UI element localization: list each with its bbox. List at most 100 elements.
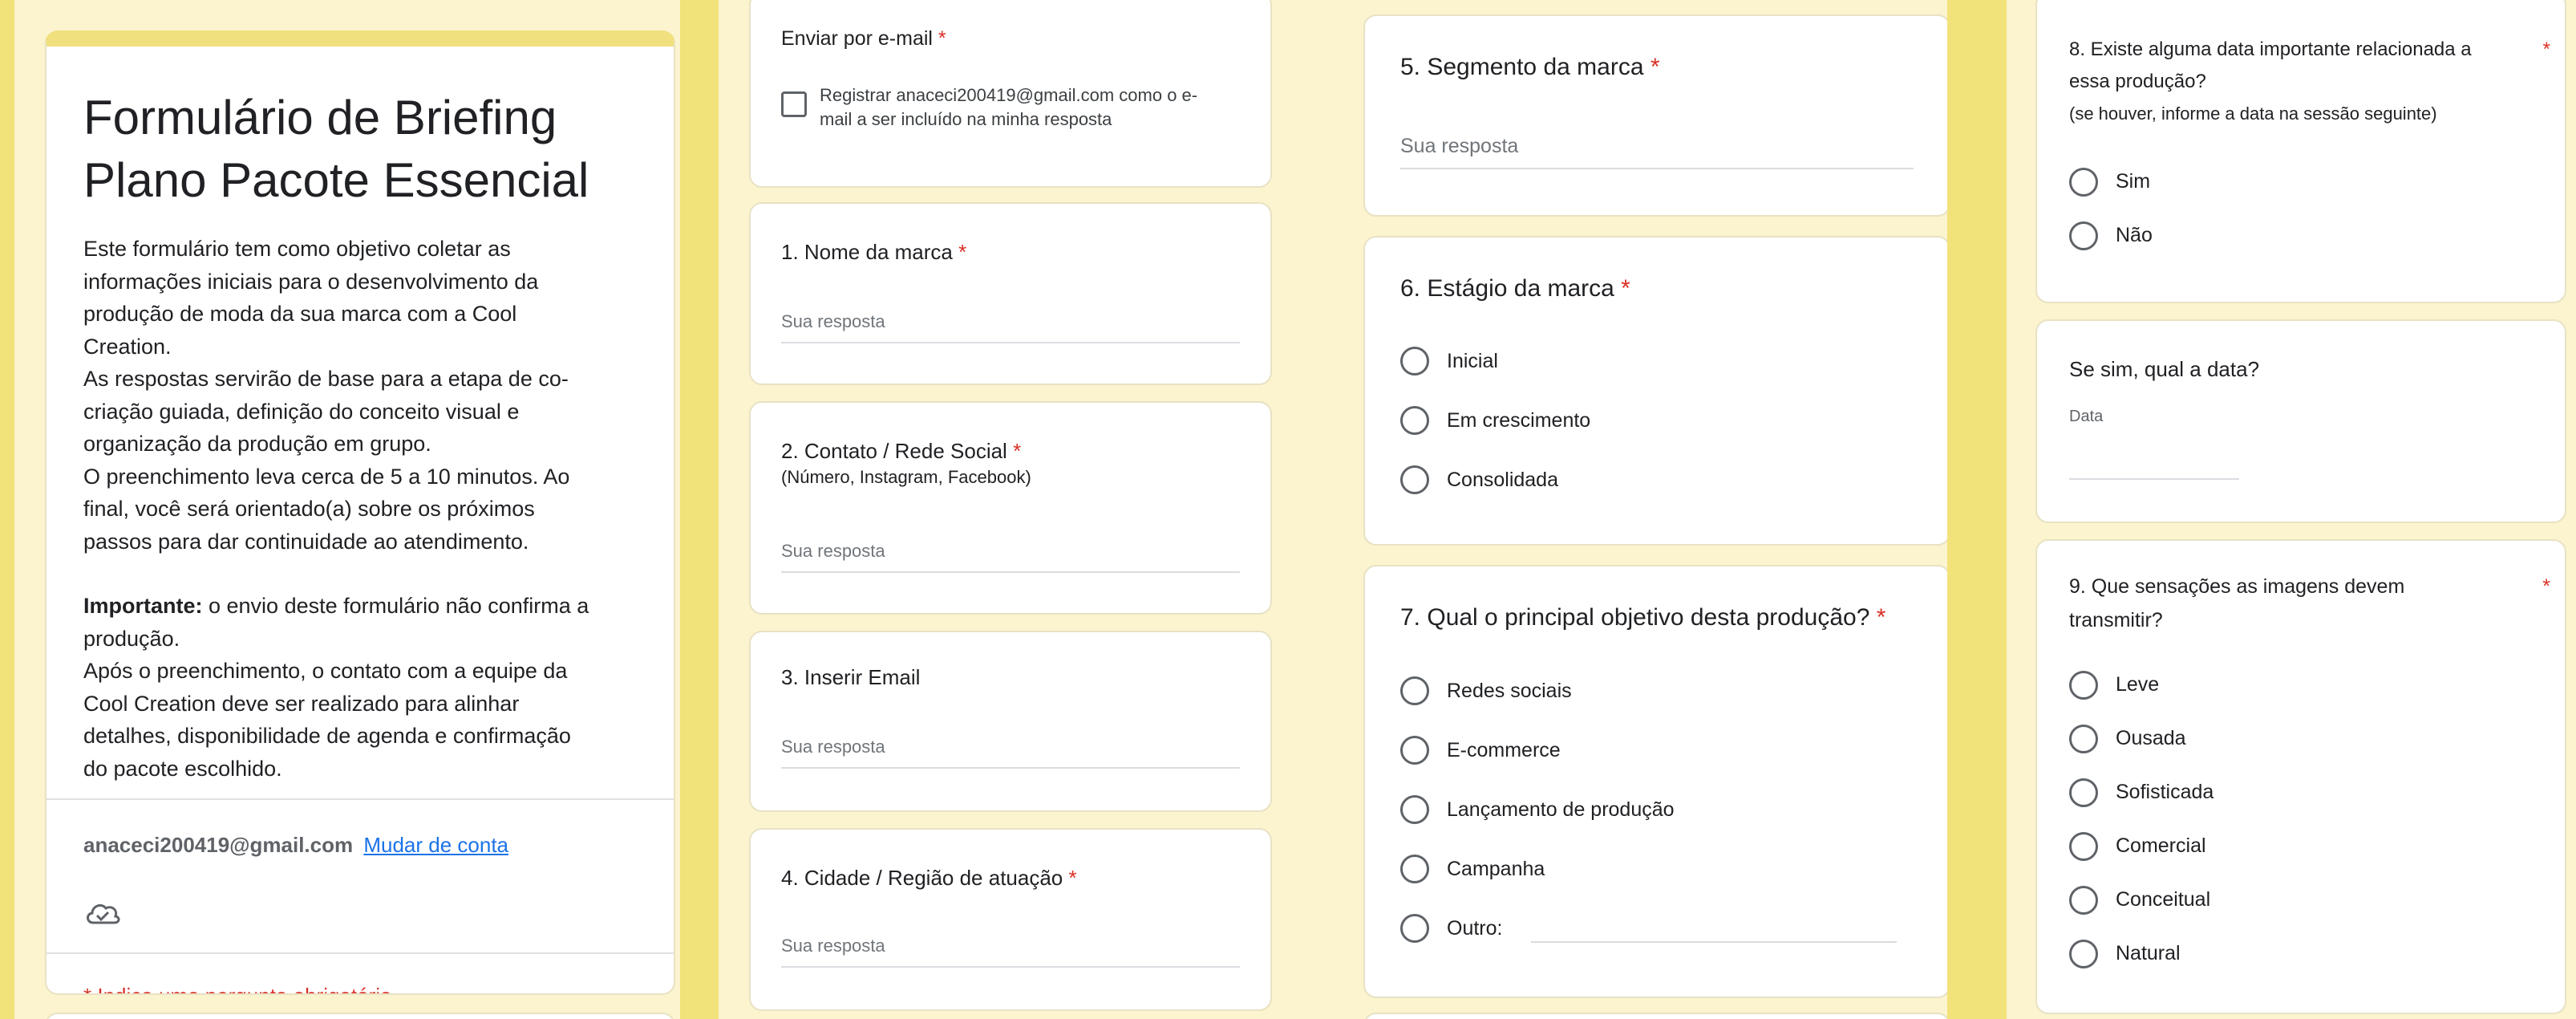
radio-button[interactable] <box>2069 885 2098 915</box>
radio-label: Lançamento de produção <box>1447 798 1675 821</box>
form-description: Este formulário tem como objetivo coleta… <box>83 233 661 785</box>
radio-label: Leve <box>2116 673 2160 696</box>
radio-option[interactable]: Natural <box>2069 927 2213 980</box>
other-text-input[interactable] <box>1531 914 1898 943</box>
question-card-segment: 5. Segmento da marca * Sua resposta <box>1363 14 1947 217</box>
form-header-card: Formulário de Briefing Plano Pacote Esse… <box>45 30 675 995</box>
radio-option[interactable]: Consolidada <box>1400 450 1590 510</box>
radio-button[interactable] <box>2069 167 2098 197</box>
description-line: Este formulário tem como objetivo coleta… <box>83 237 511 261</box>
email-checkbox[interactable] <box>781 91 807 117</box>
radio-option[interactable]: Lançamento de produção <box>1400 780 1897 839</box>
question-title-line1: 9. Que sensações as imagens devem <box>2069 575 2405 598</box>
question-title: 6. Estágio da marca <box>1400 275 1614 302</box>
radio-option[interactable]: Sofisticada <box>2069 765 2213 819</box>
radio-button[interactable] <box>2069 221 2098 250</box>
radio-option[interactable]: E-commerce <box>1400 721 1897 780</box>
date-input[interactable] <box>2069 433 2239 480</box>
question-card-email: 3. Inserir Email Sua resposta <box>749 631 1272 812</box>
next-card-peek <box>1363 1013 1947 1019</box>
email-checkbox-row[interactable]: Registrar anaceci200419@gmail.com como o… <box>781 83 1197 132</box>
radio-option[interactable]: Campanha <box>1400 839 1897 899</box>
important-text: o envio deste formulário não confirma a <box>202 594 589 618</box>
radio-option-other[interactable]: Outro: <box>1400 899 1898 958</box>
radio-option[interactable]: Comercial <box>2069 819 2213 873</box>
radio-button[interactable] <box>1400 855 1429 883</box>
contact-input[interactable]: Sua resposta <box>781 541 1240 573</box>
radio-option[interactable]: Leve <box>2069 658 2213 712</box>
radio-option[interactable]: Não <box>2069 209 2153 262</box>
account-divider <box>47 798 674 800</box>
email-label: Enviar por e-mail <box>781 27 933 50</box>
required-asterisk: * <box>958 240 967 264</box>
important-label: Importante: <box>83 594 203 618</box>
switch-account-link[interactable]: Mudar de conta <box>363 833 508 857</box>
question-card-stage: 6. Estágio da marca * Inicial Em crescim… <box>1363 236 1947 546</box>
radio-button[interactable] <box>1400 465 1429 494</box>
question-title-line1: 8. Existe alguma data importante relacio… <box>2069 39 2472 60</box>
radio-label: Em crescimento <box>1447 408 1591 432</box>
radio-button[interactable] <box>1400 347 1429 376</box>
required-asterisk: * <box>938 27 946 50</box>
description-line: criação guiada, definição do conceito vi… <box>83 399 520 424</box>
question-title-line2: transmitir? <box>2069 609 2163 631</box>
radio-option[interactable]: Redes sociais <box>1400 661 1897 721</box>
radio-option[interactable]: Em crescimento <box>1400 391 1590 450</box>
radio-button[interactable] <box>2069 670 2098 700</box>
question-card-city: 4. Cidade / Região de atuação * Sua resp… <box>749 828 1272 1011</box>
city-input[interactable]: Sua resposta <box>781 936 1240 968</box>
radio-button[interactable] <box>2069 777 2098 807</box>
account-email: anaceci200419@gmail.com <box>83 833 354 857</box>
question-title: 1. Nome da marca <box>781 240 953 264</box>
question-subtitle: (Número, Instagram, Facebook) <box>781 467 1031 487</box>
radio-option[interactable]: Ousada <box>2069 712 2213 765</box>
cloud-saved-icon <box>83 897 122 929</box>
description-line: organização da produção em grupo. <box>83 432 431 456</box>
email-input[interactable]: Sua resposta <box>781 737 1240 769</box>
panel-questions-3: 8. Existe alguma data importante relacio… <box>2007 0 2576 1019</box>
segment-input[interactable]: Sua resposta <box>1400 135 1914 169</box>
radio-button[interactable] <box>1400 406 1429 435</box>
radio-label: Inicial <box>1447 349 1498 372</box>
question-card-sensations: 9. Que sensações as imagens devem * tran… <box>2035 539 2566 1014</box>
description-line: Creation. <box>83 334 172 359</box>
radio-option[interactable]: Inicial <box>1400 331 1590 391</box>
important-line: Cool Creation deve ser realizado para al… <box>83 691 520 716</box>
brand-name-input[interactable]: Sua resposta <box>781 311 1240 343</box>
radio-button[interactable] <box>2069 831 2098 861</box>
email-checkbox-label-line1: Registrar anaceci200419@gmail.com como o… <box>820 85 1198 105</box>
radio-option[interactable]: Conceitual <box>2069 873 2213 927</box>
question-title: 7. Qual o principal objetivo desta produ… <box>1400 604 1870 631</box>
radio-button[interactable] <box>1400 795 1429 824</box>
email-card: Enviar por e-mail * Registrar anaceci200… <box>749 0 1272 188</box>
form-title: Formulário de Briefing Plano Pacote Esse… <box>83 87 661 212</box>
description-line: O preenchimento leva cerca de 5 a 10 min… <box>83 464 570 489</box>
important-line: Importante: o envio deste formulário não… <box>83 590 661 623</box>
panel-header: Formulário de Briefing Plano Pacote Esse… <box>14 0 680 1019</box>
required-asterisk: * <box>1621 275 1630 302</box>
question-card-contact: 2. Contato / Rede Social * (Número, Inst… <box>749 401 1272 615</box>
form-title-line2: Plano Pacote Essencial <box>83 153 589 207</box>
radio-label: Ousada <box>2116 727 2186 749</box>
radio-label: Sim <box>2116 170 2151 193</box>
question-card-date: Se sim, qual a data? Data <box>2035 319 2566 523</box>
question-title: 5. Segmento da marca <box>1400 54 1644 80</box>
description-line: produção de moda da sua marca com a Cool <box>83 302 517 326</box>
required-asterisk: * <box>2542 39 2550 60</box>
description-line: informações iniciais para o desenvolvime… <box>83 269 539 294</box>
question-title-line2: essa produção? <box>2069 71 2206 92</box>
required-asterisk: * <box>1650 54 1660 80</box>
question-title: Se sim, qual a data? <box>2069 357 2260 381</box>
radio-button[interactable] <box>2069 724 2098 753</box>
account-row: anaceci200419@gmail.com Mudar de conta <box>83 833 508 858</box>
radio-button[interactable] <box>1400 676 1429 705</box>
question-card-brand-name: 1. Nome da marca * Sua resposta <box>749 202 1272 385</box>
radio-option[interactable]: Sim <box>2069 155 2153 209</box>
radio-button[interactable] <box>1400 736 1429 765</box>
radio-label: Sofisticada <box>2116 781 2214 803</box>
radio-label: Natural <box>2116 942 2181 964</box>
radio-button[interactable] <box>1400 914 1429 943</box>
radio-button[interactable] <box>2069 939 2098 968</box>
important-line: do pacote escolhido. <box>83 756 282 781</box>
radio-label: Comercial <box>2116 834 2206 857</box>
